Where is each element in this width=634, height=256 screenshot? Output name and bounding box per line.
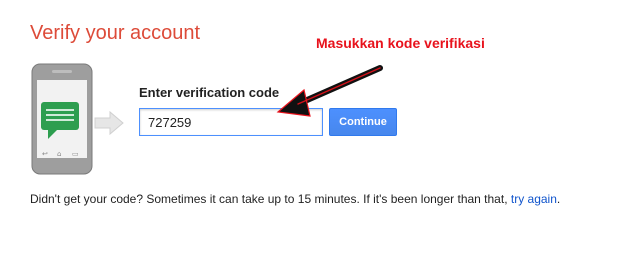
try-again-link[interactable]: try again bbox=[511, 192, 557, 206]
help-text-end: . bbox=[556, 192, 561, 206]
svg-text:▭: ▭ bbox=[72, 150, 79, 158]
page-title: Verify your account bbox=[30, 22, 201, 44]
phone-illustration: ↩ ⌂ ▭ bbox=[31, 63, 93, 175]
verification-code-label: Enter verification code bbox=[139, 85, 280, 100]
help-text-body: Didn't get your code? Sometimes it can t… bbox=[30, 192, 511, 206]
annotation-text: Masukkan kode verifikasi bbox=[316, 35, 485, 51]
annotation-arrow bbox=[276, 65, 383, 117]
help-text: Didn't get your code? Sometimes it can t… bbox=[30, 192, 560, 206]
svg-text:⌂: ⌂ bbox=[57, 150, 61, 158]
svg-text:↩: ↩ bbox=[42, 150, 48, 158]
gray-arrow-icon bbox=[94, 110, 124, 136]
